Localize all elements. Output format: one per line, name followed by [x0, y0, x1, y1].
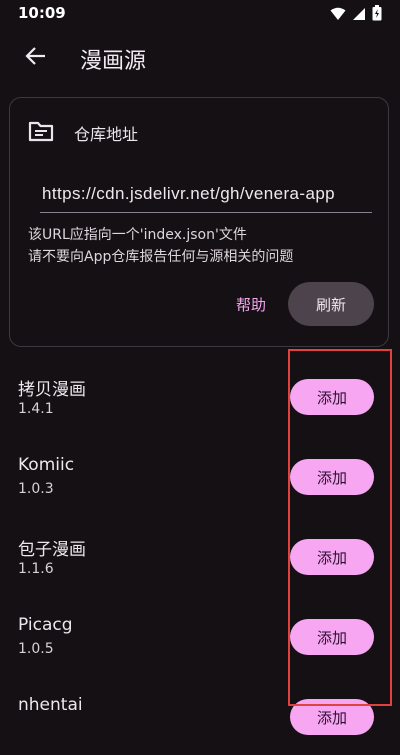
battery-icon: [372, 5, 382, 25]
repo-url-field[interactable]: [40, 176, 372, 213]
repo-card: 仓库地址 该URL应指向一个'index.json'文件 请不要向App仓库报告…: [9, 97, 389, 347]
source-version: 1.1.6: [18, 561, 54, 577]
back-button[interactable]: [18, 40, 54, 76]
app-bar: 漫画源: [0, 28, 400, 88]
repo-url-label: 仓库地址: [74, 125, 139, 144]
page-title: 漫画源: [80, 49, 147, 74]
back-arrow-icon: [25, 45, 47, 71]
wifi-icon: [330, 6, 346, 25]
repo-hint-line-2: 请不要向App仓库报告任何与源相关的问题: [28, 249, 294, 265]
source-name: nhentai: [18, 695, 83, 715]
status-bar: 10:09: [0, 0, 400, 28]
help-button[interactable]: 帮助: [226, 286, 276, 322]
source-name: 包子漫画: [18, 540, 86, 560]
repo-hint: 该URL应指向一个'index.json'文件 请不要向App仓库报告任何与源相…: [28, 224, 293, 268]
repo-card-header: 仓库地址: [28, 120, 138, 146]
signal-icon: [352, 6, 366, 25]
repo-hint-line-1: 该URL应指向一个'index.json'文件: [28, 227, 247, 243]
highlight-box: [288, 349, 392, 706]
refresh-button[interactable]: 刷新: [288, 282, 374, 326]
source-version: 1.4.1: [18, 401, 54, 417]
status-time: 10:09: [18, 4, 66, 22]
repo-url-input[interactable]: [40, 176, 372, 212]
folder-icon: [28, 120, 54, 146]
status-icons: [330, 5, 382, 25]
source-version: 1.0.5: [18, 641, 54, 657]
source-version: 1.0.3: [18, 481, 54, 497]
source-name: Komiic: [18, 455, 75, 475]
source-name: 拷贝漫画: [18, 380, 86, 400]
source-name: Picacg: [18, 615, 73, 635]
